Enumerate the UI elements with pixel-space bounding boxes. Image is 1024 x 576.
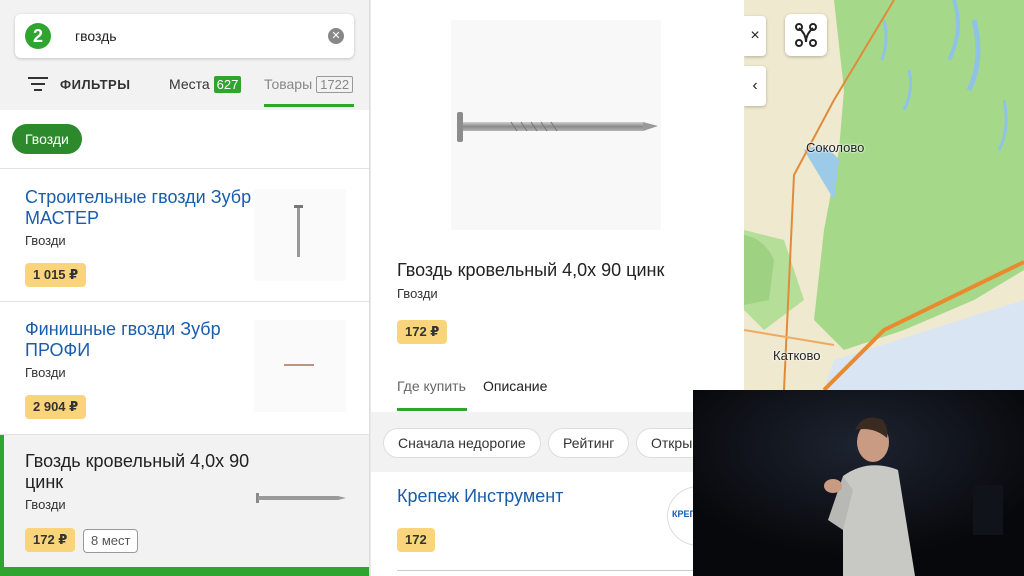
tab-goods[interactable]: Товары 1722 [264,72,354,96]
price-badge: 172 ₽ [25,528,76,552]
active-tab-indicator [264,104,354,107]
result-title[interactable]: Гвоздь кровельный 4,0х 90 цинк [25,451,255,493]
map-canvas [744,0,1024,390]
price-badge: 2 904 ₽ [25,395,87,419]
selected-indicator [0,435,4,567]
webcam-overlay [693,390,1024,576]
presenter-image [693,390,1024,576]
product-title: Гвоздь кровельный 4,0х 90 цинк [397,260,665,280]
sort-cheapest-button[interactable]: Сначала недорогие [383,428,541,458]
route-button[interactable] [785,14,827,56]
list-item[interactable]: Финишные гвозди Зубр ПРОФИ Гвозди 2 904 … [0,302,369,434]
product-thumbnail [254,451,346,543]
product-thumbnail [254,189,346,281]
close-panel-button[interactable]: × [744,16,766,56]
price-badge: 1 015 ₽ [25,263,87,287]
category-chip[interactable]: Гвозди [12,124,82,154]
nail-image-icon [256,493,346,503]
product-price: 172 ₽ [397,320,448,344]
nail-image-icon [294,205,303,257]
product-thumbnail [254,320,346,412]
search-header: 2 гвоздь ✕ ФИЛЬТРЫ Места 627 Товары 1722 [0,0,369,110]
product-image [451,20,661,230]
seller-name-link[interactable]: Крепеж Инструмент [397,486,563,507]
collapse-panel-button[interactable]: ‹ [744,66,766,106]
tab-places-label: Места [169,76,210,92]
product-detail-panel: Гвоздь кровельный 4,0х 90 цинк Гвозди 17… [371,0,744,576]
search-box[interactable]: 2 гвоздь ✕ [15,14,354,58]
sort-bar: Сначала недорогие Рейтинг Откры [371,412,744,472]
result-title[interactable]: Строительные гвозди Зубр МАСТЕР [25,187,255,229]
search-input[interactable]: гвоздь [75,14,117,58]
clear-search-icon[interactable]: ✕ [328,28,344,44]
tab-description[interactable]: Описание [483,378,547,394]
map-label-katkovo: Катково [773,348,821,363]
tab-goods-label: Товары [264,76,313,92]
nail-image-icon [457,112,658,142]
filter-icon [28,77,48,91]
bottom-bar [0,567,369,576]
filters-label: ФИЛЬТРЫ [60,76,131,92]
tab-places-count: 627 [213,75,242,93]
result-title[interactable]: Финишные гвозди Зубр ПРОФИ [25,319,255,361]
route-icon [795,23,817,47]
tab-where-to-buy[interactable]: Где купить [397,378,466,394]
tab-places[interactable]: Места 627 [169,72,242,96]
filters-button[interactable]: ФИЛЬТРЫ [28,72,130,96]
product-category: Гвозди [397,286,438,301]
result-category: Гвозди [25,497,66,512]
nail-image-icon [284,364,314,366]
result-category: Гвозди [25,365,66,380]
app-logo-icon[interactable]: 2 [25,23,51,49]
list-item[interactable]: Строительные гвозди Зубр МАСТЕР Гвозди 1… [0,169,369,301]
map[interactable]: × ‹ Соколово Катково [744,0,1024,390]
active-tab-indicator [397,408,467,411]
search-results-panel: 2 гвоздь ✕ ФИЛЬТРЫ Места 627 Товары 1722… [0,0,370,576]
list-item-selected[interactable]: Гвоздь кровельный 4,0х 90 цинк Гвозди 17… [0,435,369,567]
tab-goods-count: 1722 [316,75,354,93]
result-category: Гвозди [25,233,66,248]
places-count-badge[interactable]: 8 мест [83,529,139,553]
seller-price: 172 [397,528,435,552]
sort-rating-button[interactable]: Рейтинг [548,428,630,458]
map-label-sokolovo: Соколово [806,140,865,155]
